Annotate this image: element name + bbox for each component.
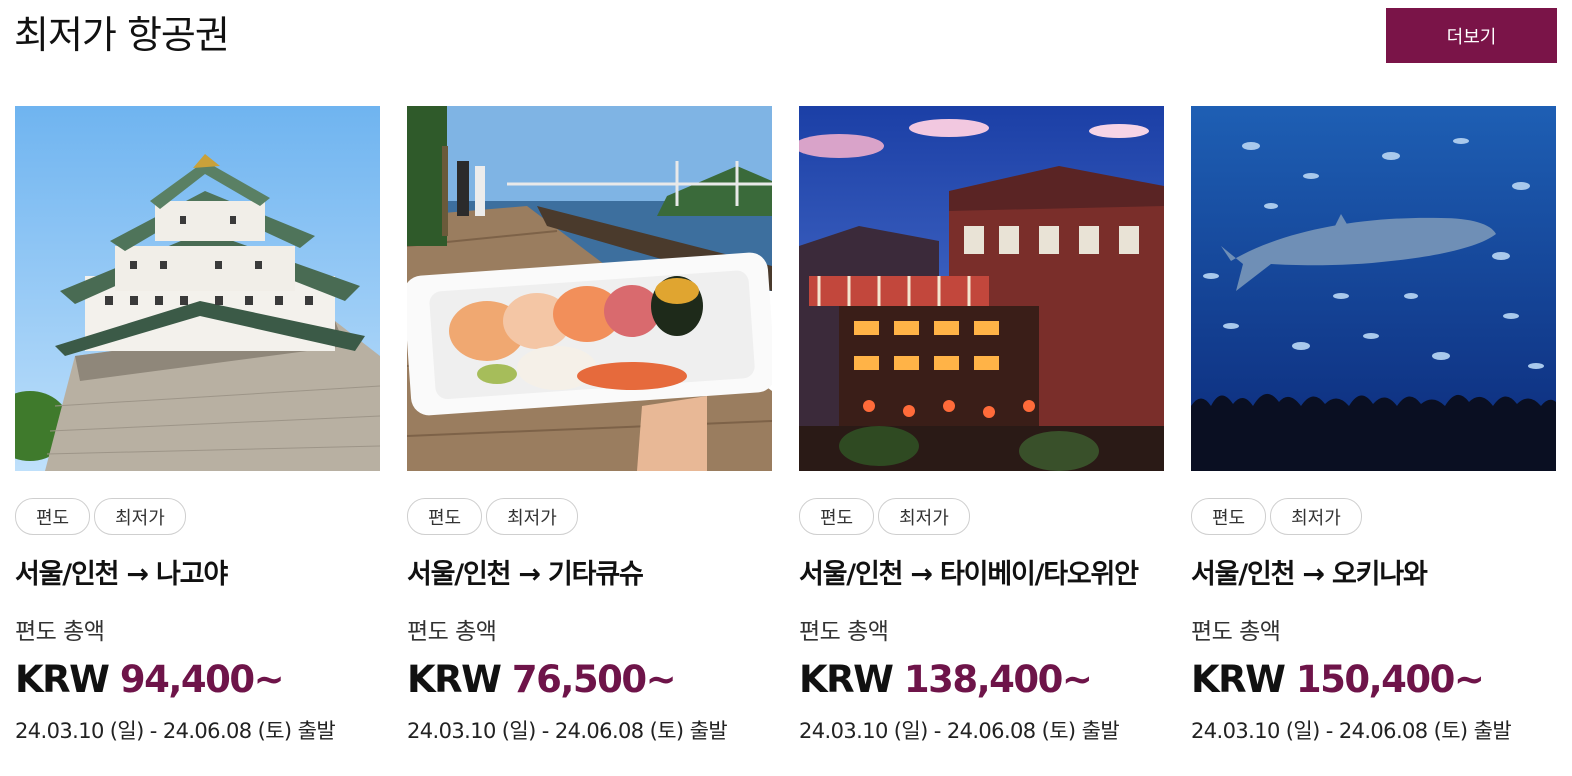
travel-dates: 24.03.10 (일) - 24.06.08 (토) 출발 <box>407 719 728 743</box>
price-amount: 150,400~ <box>1295 658 1485 701</box>
price-currency: KRW <box>1191 658 1286 701</box>
tag-lowest-price: 최저가 <box>878 498 970 535</box>
route-title[interactable]: 서울/인천 → 오키나와 <box>1191 552 1556 591</box>
route-title[interactable]: 서울/인천 → 타이베이/타오위안 <box>799 552 1164 591</box>
okinawa-aquarium-image[interactable] <box>1191 106 1556 471</box>
price-amount: 76,500~ <box>511 658 677 701</box>
tag-list: 편도 최저가 <box>1191 498 1556 535</box>
fare-label: 편도 총액 <box>1191 619 1281 645</box>
tag-one-way: 편도 <box>15 498 91 535</box>
tag-list: 편도 최저가 <box>799 498 1164 535</box>
kitakyushu-sushi-image[interactable] <box>407 106 772 471</box>
fare-card-okinawa[interactable]: 편도 최저가 서울/인천 → 오키나와 편도 총액 KRW 150,400~ 2… <box>1191 106 1556 745</box>
price-amount: 138,400~ <box>903 658 1093 701</box>
route-title[interactable]: 서울/인천 → 기타큐슈 <box>407 552 772 591</box>
travel-dates: 24.03.10 (일) - 24.06.08 (토) 출발 <box>15 719 336 743</box>
travel-dates: 24.03.10 (일) - 24.06.08 (토) 출발 <box>1191 719 1512 743</box>
travel-dates: 24.03.10 (일) - 24.06.08 (토) 출발 <box>799 719 1120 743</box>
route-title[interactable]: 서울/인천 → 나고야 <box>15 552 380 591</box>
nagoya-castle-image[interactable] <box>15 106 380 471</box>
tag-lowest-price: 최저가 <box>94 498 186 535</box>
price: KRW 150,400~ <box>1191 658 1556 701</box>
tag-lowest-price: 최저가 <box>1270 498 1362 535</box>
fare-card-kitakyushu[interactable]: 편도 최저가 서울/인천 → 기타큐슈 편도 총액 KRW 76,500~ 24… <box>407 106 772 745</box>
fare-card-list: 편도 최저가 서울/인천 → 나고야 편도 총액 KRW 94,400~ 24.… <box>15 106 1556 745</box>
tag-one-way: 편도 <box>407 498 483 535</box>
tag-lowest-price: 최저가 <box>486 498 578 535</box>
price-currency: KRW <box>15 658 110 701</box>
tag-one-way: 편도 <box>1191 498 1267 535</box>
more-button[interactable]: 더보기 <box>1386 8 1557 63</box>
price: KRW 94,400~ <box>15 658 380 701</box>
tag-list: 편도 최저가 <box>407 498 772 535</box>
tag-list: 편도 최저가 <box>15 498 380 535</box>
price: KRW 138,400~ <box>799 658 1164 701</box>
fare-card-nagoya[interactable]: 편도 최저가 서울/인천 → 나고야 편도 총액 KRW 94,400~ 24.… <box>15 106 380 745</box>
price-currency: KRW <box>407 658 502 701</box>
section-title: 최저가 항공권 <box>14 13 230 57</box>
price-currency: KRW <box>799 658 894 701</box>
price-amount: 94,400~ <box>119 658 285 701</box>
taipei-jiufen-image[interactable] <box>799 106 1164 471</box>
price: KRW 76,500~ <box>407 658 772 701</box>
fare-label: 편도 총액 <box>15 619 105 645</box>
fare-card-taipei[interactable]: 편도 최저가 서울/인천 → 타이베이/타오위안 편도 총액 KRW 138,4… <box>799 106 1164 745</box>
tag-one-way: 편도 <box>799 498 875 535</box>
fare-label: 편도 총액 <box>799 619 889 645</box>
fare-label: 편도 총액 <box>407 619 497 645</box>
